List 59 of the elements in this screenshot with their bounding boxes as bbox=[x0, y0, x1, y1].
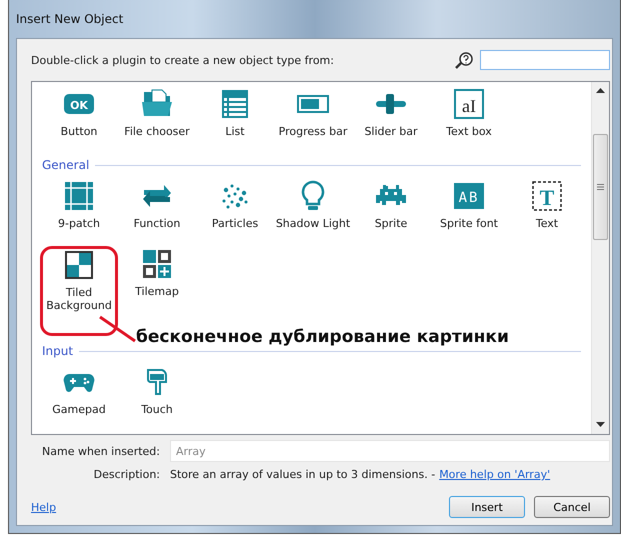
plugin-item[interactable]: AB Sprite font bbox=[430, 178, 508, 242]
grid-icon bbox=[62, 180, 96, 212]
plugin-label: Gamepad bbox=[52, 403, 106, 416]
dialog-button[interactable]: Cancel bbox=[534, 496, 610, 518]
text-box-icon: aI bbox=[452, 88, 486, 120]
leader-line bbox=[98, 314, 138, 344]
plugin-label: Particles bbox=[212, 217, 258, 230]
description-label: Description: bbox=[92, 468, 161, 481]
plugin-label: Function bbox=[134, 217, 180, 230]
search-field[interactable] bbox=[480, 50, 610, 70]
letter-tiles-icon: AB bbox=[452, 180, 486, 212]
plugin-item[interactable]: Function bbox=[118, 178, 196, 242]
plugin-label: Touch bbox=[141, 403, 173, 416]
plugin-item[interactable]: aI Text box bbox=[430, 86, 508, 150]
annotation-text: бесконечное дублирование картинки bbox=[136, 327, 509, 347]
plugin-item[interactable]: T Text bbox=[508, 178, 586, 242]
tiles-icon bbox=[62, 249, 96, 281]
plugin-item[interactable]: Sprite bbox=[352, 178, 430, 242]
name-field[interactable]: Array bbox=[170, 440, 610, 462]
plugin-item[interactable]: Gamepad bbox=[40, 364, 118, 428]
plugin-item[interactable]: Touch bbox=[118, 364, 196, 428]
plugin-item[interactable]: Tiled Background bbox=[40, 246, 118, 336]
dialog-button[interactable]: Insert bbox=[449, 496, 525, 518]
section-heading: General bbox=[42, 158, 90, 172]
plugin-label: Text box bbox=[446, 125, 492, 138]
help-link[interactable]: More help on 'Array' bbox=[439, 468, 550, 481]
description-text: Store an array of values in up to 3 dimensions. - bbox=[170, 468, 436, 481]
text-icon: T bbox=[530, 180, 564, 212]
plugin-label: Text bbox=[536, 217, 558, 230]
plugin-item[interactable]: List bbox=[196, 86, 274, 150]
plugin-label: Tilemap bbox=[135, 285, 179, 298]
plugin-label: File chooser bbox=[124, 125, 190, 138]
section-heading: Input bbox=[42, 344, 74, 358]
search-help-icon[interactable] bbox=[454, 51, 474, 69]
plugin-item[interactable]: Progress bar bbox=[274, 86, 352, 150]
instruction-text: Double-click a plugin to create a new object type from: bbox=[31, 54, 335, 66]
help-link[interactable]: Help bbox=[31, 500, 56, 514]
plugin-label: List bbox=[225, 125, 245, 138]
plugin-item[interactable]: Shadow Light bbox=[274, 178, 352, 242]
tilemap-icon bbox=[140, 248, 174, 280]
plugin-label: 9-patch bbox=[58, 217, 100, 230]
plugin-label: Sprite font bbox=[440, 217, 498, 230]
plugin-label: Progress bar bbox=[278, 125, 348, 138]
plugin-item[interactable]: File chooser bbox=[118, 86, 196, 150]
scroll-thumb[interactable] bbox=[593, 134, 608, 240]
scrollbar[interactable] bbox=[591, 82, 609, 434]
plugin-item[interactable]: OK Button bbox=[40, 86, 118, 150]
plugin-item[interactable]: Slider bar bbox=[352, 86, 430, 150]
name-label: Name when inserted: bbox=[41, 444, 161, 458]
plugin-label: Tiled Background bbox=[45, 286, 113, 312]
plugin-label: Button bbox=[60, 125, 98, 138]
plugin-label: Shadow Light bbox=[276, 217, 350, 230]
plugin-item[interactable]: Particles bbox=[196, 178, 274, 242]
scroll-down-icon[interactable] bbox=[596, 422, 605, 428]
window-title: Insert New Object bbox=[16, 12, 124, 26]
plugin-label: Sprite bbox=[374, 217, 408, 230]
scroll-up-icon[interactable] bbox=[596, 88, 605, 94]
plugin-label: Slider bar bbox=[364, 125, 418, 138]
plugin-item[interactable]: 9-patch bbox=[40, 178, 118, 242]
